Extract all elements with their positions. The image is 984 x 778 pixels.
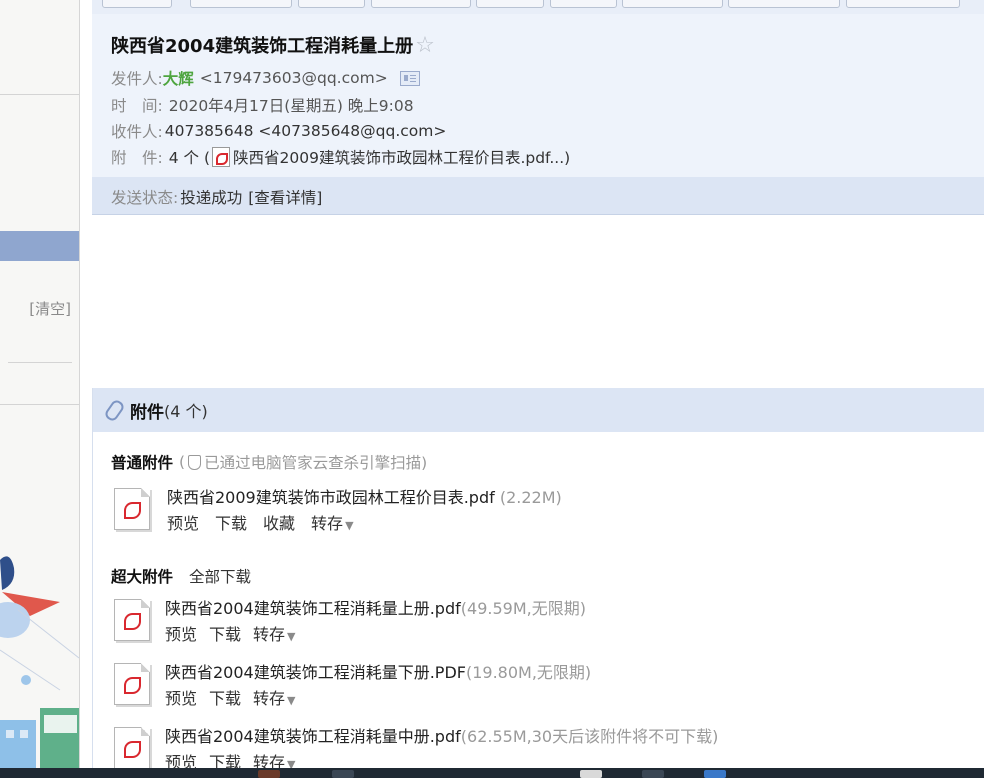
- decorative-illustration: [0, 556, 79, 768]
- attachment-name[interactable]: 陕西省2004建筑装饰工程消耗量下册.PDF(19.80M,无限期): [165, 659, 591, 683]
- status-value: 投递成功: [180, 189, 243, 207]
- attachment-size: (19.80M,无限期): [465, 663, 592, 682]
- time-label: 时 间:: [111, 97, 163, 115]
- time-row: 时 间: 2020年4月17日(星期五) 晚上9:08: [111, 94, 414, 116]
- view-details-link[interactable]: [查看详情]: [248, 186, 322, 208]
- attachment-actions: 预览 下载 转存 ▼: [165, 685, 312, 709]
- sender-name[interactable]: 大辉: [163, 67, 194, 89]
- normal-group-title: 普通附件: [111, 454, 174, 472]
- save-to-dropdown[interactable]: 转存 ▼: [253, 685, 295, 709]
- scan-note-open: (: [179, 453, 186, 471]
- scan-note-text: 已通过电脑管家云查杀引擎扫描): [204, 454, 428, 472]
- toolbar-button[interactable]: [371, 0, 471, 8]
- scan-note: ( 已通过电脑管家云查杀引擎扫描): [179, 451, 427, 473]
- toolbar-button[interactable]: [298, 0, 365, 8]
- attach-row: 附 件: 4 个 ( 陕西省2009建筑装饰市政园林工程价目表.pdf...): [111, 146, 570, 168]
- mail-subject: 陕西省2004建筑装饰工程消耗量上册 ☆: [111, 32, 435, 58]
- attach-label: 附 件:: [111, 149, 163, 167]
- toolbar-button[interactable]: [846, 0, 960, 8]
- attachment-name[interactable]: 陕西省2009建筑装饰市政园林工程价目表.pdf (2.22M): [167, 484, 562, 508]
- toolbar-button[interactable]: [622, 0, 723, 8]
- caret-down-icon: ▼: [287, 694, 296, 707]
- attachment-item: 陕西省2009建筑装饰市政园林工程价目表.pdf (2.22M) 预览 下载 收…: [111, 484, 811, 536]
- pdf-icon: [212, 147, 230, 167]
- from-label: 发件人:: [111, 70, 163, 88]
- attachments-count: (4 个): [164, 402, 208, 421]
- taskbar-app-icon[interactable]: [258, 770, 280, 778]
- clear-link[interactable]: [清空]: [29, 298, 71, 319]
- download-button[interactable]: 下载: [215, 510, 247, 534]
- subject-text: 陕西省2004建筑装饰工程消耗量上册: [111, 36, 414, 57]
- large-attachments-group: 超大附件 全部下载: [111, 565, 251, 587]
- taskbar-app-icon[interactable]: [580, 770, 602, 778]
- taskbar-app-icon[interactable]: [704, 770, 726, 778]
- attachment-item: 陕西省2004建筑装饰工程消耗量下册.PDF(19.80M,无限期) 预览 下载…: [111, 659, 811, 711]
- caret-down-icon: ▼: [345, 519, 354, 532]
- toolbar-strip: [92, 0, 984, 14]
- sidebar-divider: [0, 94, 79, 95]
- attachment-name[interactable]: 陕西省2004建筑装饰工程消耗量上册.pdf(49.59M,无限期): [165, 595, 586, 619]
- sidebar-selected-item[interactable]: [0, 231, 79, 261]
- preview-button[interactable]: 预览: [165, 621, 197, 645]
- attachments-title: 附件: [130, 402, 164, 423]
- favorite-button[interactable]: 收藏: [263, 510, 295, 534]
- attachment-item: 陕西省2004建筑装饰工程消耗量上册.pdf(49.59M,无限期) 预览 下载…: [111, 595, 811, 647]
- sender-address: <179473603@qq.com>: [199, 69, 388, 87]
- sidebar-divider: [0, 404, 79, 405]
- attachment-size: (49.59M,无限期): [460, 599, 586, 618]
- taskbar-app-icon[interactable]: [332, 770, 354, 778]
- attachment-size: (62.55M,30天后该附件将不可下载): [460, 727, 719, 746]
- os-taskbar: [0, 768, 984, 778]
- attachment-size: (2.22M): [494, 488, 562, 507]
- status-label: 发送状态:: [111, 189, 179, 207]
- star-icon[interactable]: ☆: [415, 33, 435, 58]
- mail-reader: 陕西省2004建筑装饰工程消耗量上册 ☆ 发件人: 大辉 <179473603@…: [92, 0, 984, 772]
- attachment-actions: 预览 下载 收藏 转存 ▼: [167, 510, 370, 534]
- attachments-section: 附件 (4 个) 普通附件 ( 已通过电脑管家云查杀引擎扫描) 陕西省2009建…: [92, 388, 984, 772]
- save-to-dropdown[interactable]: 转存 ▼: [253, 621, 295, 645]
- large-group-title: 超大附件: [111, 568, 174, 586]
- attachment-actions: 预览 下载 转存 ▼: [165, 621, 312, 645]
- download-button[interactable]: 下载: [209, 685, 241, 709]
- toolbar-button[interactable]: [102, 0, 172, 8]
- left-sidebar: [清空]: [0, 0, 80, 768]
- paperclip-icon: [103, 397, 126, 423]
- toolbar-button[interactable]: [728, 0, 840, 8]
- time-value: 2020年4月17日(星期五) 晚上9:08: [168, 97, 414, 115]
- send-status-bar: 发送状态: 投递成功 [查看详情]: [92, 177, 984, 215]
- attachment-name[interactable]: 陕西省2004建筑装饰工程消耗量中册.pdf(62.55M,30天后该附件将不可…: [165, 723, 718, 747]
- caret-down-icon: ▼: [287, 630, 296, 643]
- contact-card-icon[interactable]: [399, 70, 420, 86]
- pdf-file-icon[interactable]: [114, 488, 150, 530]
- download-all-button[interactable]: 全部下载: [189, 565, 251, 587]
- preview-button[interactable]: 预览: [167, 510, 199, 534]
- pdf-file-icon[interactable]: [114, 663, 150, 705]
- sidebar-divider: [8, 362, 72, 363]
- to-value[interactable]: 407385648 <407385648@qq.com>: [165, 122, 447, 140]
- toolbar-button[interactable]: [190, 0, 292, 8]
- attach-summary-link[interactable]: 陕西省2009建筑装饰市政园林工程价目表.pdf...): [233, 146, 570, 168]
- from-row: 发件人: 大辉 <179473603@qq.com>: [111, 67, 420, 89]
- toolbar-button[interactable]: [550, 0, 617, 8]
- download-button[interactable]: 下载: [209, 621, 241, 645]
- save-to-dropdown[interactable]: 转存 ▼: [311, 510, 353, 534]
- toolbar-button[interactable]: [476, 0, 544, 8]
- mail-header: 陕西省2004建筑装饰工程消耗量上册 ☆ 发件人: 大辉 <179473603@…: [92, 14, 984, 177]
- preview-button[interactable]: 预览: [165, 685, 197, 709]
- taskbar-app-icon[interactable]: [642, 770, 664, 778]
- attachments-header: 附件 (4 个): [93, 388, 984, 432]
- to-row: 收件人: 407385648 <407385648@qq.com>: [111, 120, 446, 142]
- to-label: 收件人:: [111, 123, 163, 141]
- shield-icon: [188, 454, 202, 470]
- pdf-file-icon[interactable]: [114, 599, 150, 641]
- normal-attachments-group: 普通附件 ( 已通过电脑管家云查杀引擎扫描): [111, 451, 427, 473]
- pdf-file-icon[interactable]: [114, 727, 150, 769]
- attach-summary-prefix: 4 个 (: [168, 149, 210, 167]
